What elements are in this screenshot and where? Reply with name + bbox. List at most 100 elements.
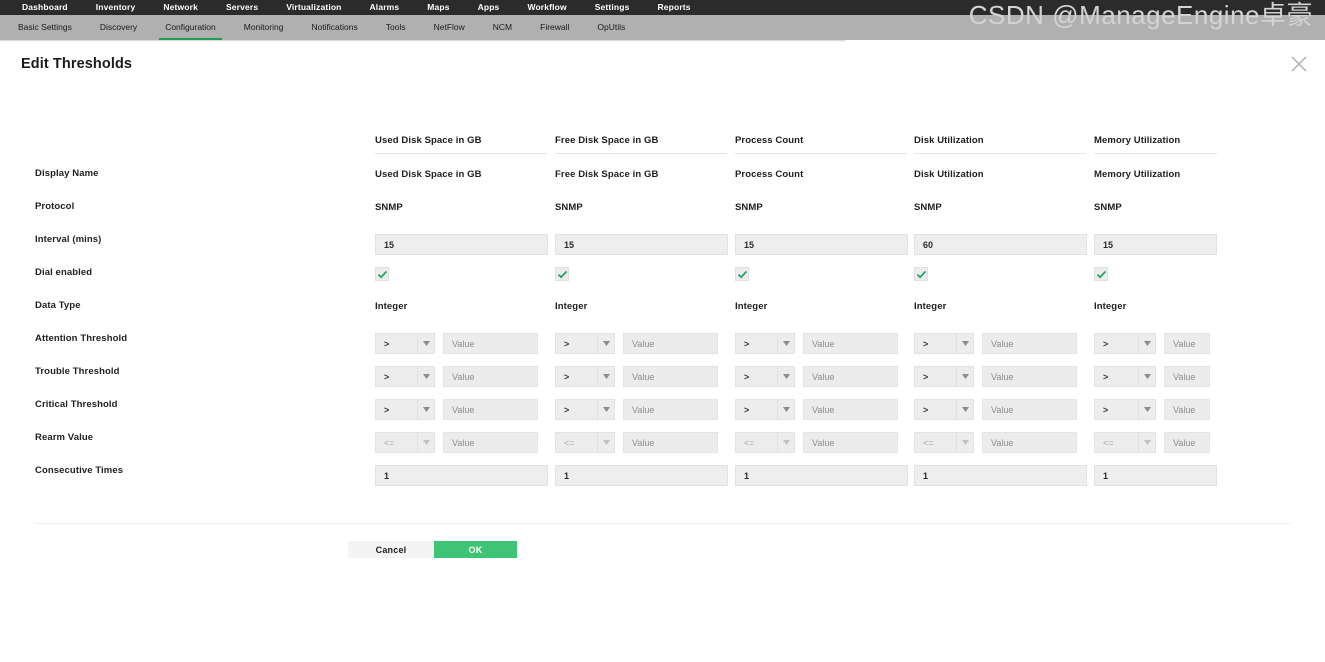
cell-data-type: Integer <box>555 301 588 312</box>
consecutive-times-input[interactable]: 1 <box>555 465 728 486</box>
check-icon <box>916 270 926 278</box>
interval-input[interactable]: 60 <box>914 234 1087 255</box>
attention-operator-value: > <box>744 338 750 349</box>
consecutive-times-input[interactable]: 1 <box>1094 465 1217 486</box>
column-header-memory-utilization: Memory Utilization <box>1094 135 1254 160</box>
attention-value-input[interactable]: Value <box>443 333 538 354</box>
nav-item-apps[interactable]: Apps <box>464 0 514 15</box>
attention-operator-select[interactable]: > <box>735 333 795 354</box>
row-attention-threshold: Attention Threshold > Value > Value > Va… <box>0 333 1325 366</box>
subnav-item-notifications[interactable]: Notifications <box>297 15 371 40</box>
critical-operator-select[interactable]: > <box>1094 399 1156 420</box>
interval-input[interactable]: 15 <box>735 234 908 255</box>
subnav-item-discovery[interactable]: Discovery <box>86 15 151 40</box>
trouble-operator-select[interactable]: > <box>735 366 795 387</box>
cancel-button[interactable]: Cancel <box>348 541 434 558</box>
watermark: CSDN @ManageEngine卓豪 <box>968 0 1313 30</box>
trouble-operator-value: > <box>564 371 570 382</box>
subnav-item-ncm[interactable]: NCM <box>479 15 526 40</box>
trouble-operator-value: > <box>923 371 929 382</box>
cell-protocol: SNMP <box>1094 202 1122 213</box>
chevron-down-icon <box>1138 400 1155 419</box>
trouble-value-input[interactable]: Value <box>982 366 1077 387</box>
chevron-down-icon <box>956 433 973 452</box>
trouble-value-input[interactable]: Value <box>803 366 898 387</box>
trouble-value-input[interactable]: Value <box>443 366 538 387</box>
attention-operator-select[interactable]: > <box>914 333 974 354</box>
attention-operator-select[interactable]: > <box>555 333 615 354</box>
chevron-down-icon <box>956 367 973 386</box>
nav-item-maps[interactable]: Maps <box>413 0 463 15</box>
nav-item-virtualization[interactable]: Virtualization <box>272 0 355 15</box>
thresholds-grid: Used Disk Space in GB Free Disk Space in… <box>0 135 1325 498</box>
trouble-operator-select[interactable]: > <box>555 366 615 387</box>
rearm-operator-select[interactable]: <= <box>735 432 795 453</box>
subnav-item-tools[interactable]: Tools <box>372 15 420 40</box>
nav-item-dashboard[interactable]: Dashboard <box>8 0 82 15</box>
rearm-operator-select[interactable]: <= <box>1094 432 1156 453</box>
attention-value-input[interactable]: Value <box>803 333 898 354</box>
subnav-item-configuration[interactable]: Configuration <box>151 15 230 40</box>
chevron-down-icon <box>777 400 794 419</box>
critical-value-input[interactable]: Value <box>803 399 898 420</box>
subnav-item-basic-settings[interactable]: Basic Settings <box>4 15 86 40</box>
interval-input[interactable]: 15 <box>1094 234 1217 255</box>
rearm-value-input[interactable]: Value <box>443 432 538 453</box>
column-header-label: Free Disk Space in GB <box>555 135 727 154</box>
dial-enabled-checkbox[interactable] <box>1094 267 1108 281</box>
dial-enabled-checkbox[interactable] <box>735 267 749 281</box>
critical-value-input[interactable]: Value <box>443 399 538 420</box>
rearm-operator-select[interactable]: <= <box>375 432 435 453</box>
trouble-operator-select[interactable]: > <box>1094 366 1156 387</box>
nav-item-network[interactable]: Network <box>149 0 212 15</box>
attention-value-input[interactable]: Value <box>1164 333 1210 354</box>
critical-value-input[interactable]: Value <box>623 399 718 420</box>
attention-value-input[interactable]: Value <box>982 333 1077 354</box>
dial-enabled-checkbox[interactable] <box>914 267 928 281</box>
nav-item-settings[interactable]: Settings <box>581 0 644 15</box>
critical-value-input[interactable]: Value <box>982 399 1077 420</box>
interval-input[interactable]: 15 <box>555 234 728 255</box>
attention-operator-value: > <box>564 338 570 349</box>
interval-input[interactable]: 15 <box>375 234 548 255</box>
dial-enabled-checkbox[interactable] <box>375 267 389 281</box>
critical-operator-select[interactable]: > <box>375 399 435 420</box>
subnav-item-firewall[interactable]: Firewall <box>526 15 583 40</box>
attention-value-input[interactable]: Value <box>623 333 718 354</box>
subnav-item-oputils[interactable]: OpUtils <box>583 15 639 40</box>
consecutive-times-input[interactable]: 1 <box>375 465 548 486</box>
critical-operator-select[interactable]: > <box>914 399 974 420</box>
critical-value-input[interactable]: Value <box>1164 399 1210 420</box>
nav-item-alarms[interactable]: Alarms <box>356 0 414 15</box>
subnav-item-netflow[interactable]: NetFlow <box>420 15 479 40</box>
rearm-value-input[interactable]: Value <box>1164 432 1210 453</box>
trouble-value-input[interactable]: Value <box>1164 366 1210 387</box>
critical-operator-select[interactable]: > <box>555 399 615 420</box>
subnav-item-monitoring[interactable]: Monitoring <box>230 15 298 40</box>
trouble-operator-select[interactable]: > <box>375 366 435 387</box>
ok-button[interactable]: OK <box>434 541 517 558</box>
rearm-value-input[interactable]: Value <box>982 432 1077 453</box>
nav-item-inventory[interactable]: Inventory <box>82 0 150 15</box>
nav-item-workflow[interactable]: Workflow <box>513 0 580 15</box>
nav-item-servers[interactable]: Servers <box>212 0 272 15</box>
chevron-down-icon <box>956 400 973 419</box>
dial-enabled-checkbox[interactable] <box>555 267 569 281</box>
chevron-down-icon <box>597 367 614 386</box>
critical-operator-select[interactable]: > <box>735 399 795 420</box>
consecutive-times-input[interactable]: 1 <box>735 465 908 486</box>
row-interval: Interval (mins) 15 15 15 60 15 <box>0 234 1325 267</box>
rearm-value-input[interactable]: Value <box>803 432 898 453</box>
attention-operator-select[interactable]: > <box>1094 333 1156 354</box>
attention-operator-select[interactable]: > <box>375 333 435 354</box>
cell-data-type: Integer <box>914 301 947 312</box>
rearm-value-input[interactable]: Value <box>623 432 718 453</box>
column-header-process-count: Process Count <box>735 135 914 160</box>
rearm-operator-select[interactable]: <= <box>914 432 974 453</box>
close-icon[interactable] <box>1287 52 1311 76</box>
trouble-value-input[interactable]: Value <box>623 366 718 387</box>
trouble-operator-select[interactable]: > <box>914 366 974 387</box>
rearm-operator-select[interactable]: <= <box>555 432 615 453</box>
consecutive-times-input[interactable]: 1 <box>914 465 1087 486</box>
nav-item-reports[interactable]: Reports <box>643 0 704 15</box>
